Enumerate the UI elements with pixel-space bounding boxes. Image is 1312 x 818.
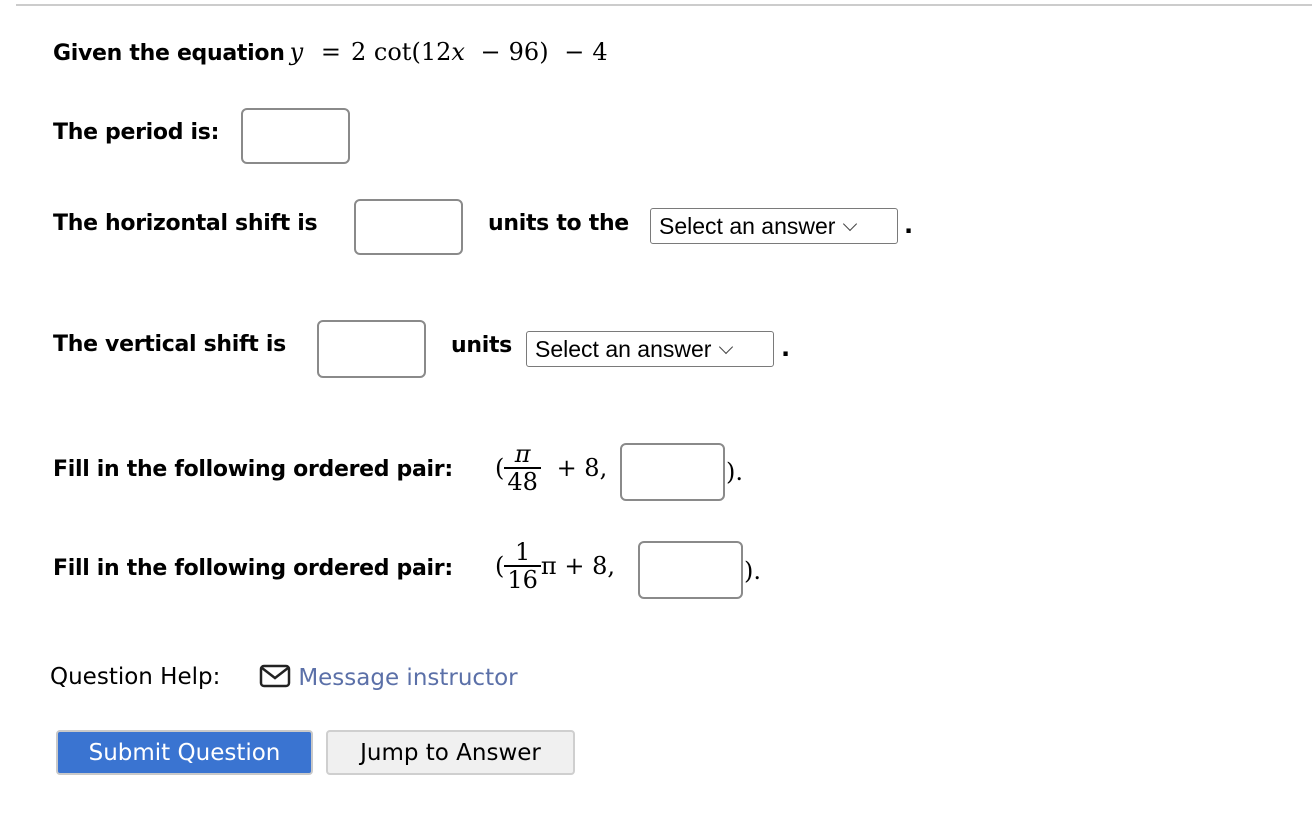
- message-instructor-text: Message instructor: [298, 665, 518, 691]
- ordered-pair-1-x: (π 48 + 8,: [495, 440, 608, 496]
- jump-to-answer-button[interactable]: Jump to Answer: [326, 730, 575, 775]
- ordered-pair-1-label: Fill in the following ordered pair:: [53, 457, 453, 482]
- horizontal-units-label: units to the: [488, 211, 629, 236]
- fraction: 1 16: [504, 539, 541, 593]
- vertical-shift-label: The vertical shift is: [53, 332, 286, 357]
- ordered-pair-2-x: (1 16 π + 8,: [495, 538, 615, 594]
- ordered-pair-2-close: ).: [744, 557, 761, 585]
- ordered-pair-1-close: ).: [726, 458, 743, 486]
- period-punct: .: [904, 211, 914, 239]
- fraction: π 48: [504, 441, 541, 495]
- intro-label: Given the equation: [53, 41, 285, 66]
- vertical-shift-input[interactable]: [317, 320, 426, 378]
- equation-line: Given the equation y = 2 cot(12x −96) −4: [53, 38, 608, 66]
- period-input[interactable]: [241, 108, 350, 164]
- ordered-pair-2-input[interactable]: [638, 541, 743, 599]
- ordered-pair-1-input[interactable]: [620, 443, 725, 501]
- vertical-units-label: units: [451, 333, 512, 358]
- period-label: The period is:: [53, 120, 220, 145]
- period-punct: .: [781, 334, 791, 362]
- horizontal-direction-select[interactable]: Select an answer: [650, 208, 898, 244]
- vertical-direction-select[interactable]: Select an answer: [526, 331, 774, 367]
- horizontal-shift-label: The horizontal shift is: [53, 211, 318, 236]
- chevron-down-icon: [719, 339, 734, 355]
- horizontal-shift-input[interactable]: [354, 199, 463, 255]
- chevron-down-icon: [843, 216, 858, 232]
- ordered-pair-2-label: Fill in the following ordered pair:: [53, 556, 453, 581]
- envelope-icon: [259, 664, 291, 688]
- submit-question-button[interactable]: Submit Question: [56, 730, 313, 775]
- question-help-label: Question Help:: [50, 664, 221, 690]
- top-divider: [16, 4, 1312, 6]
- equation: y = 2 cot(12x −96) −4: [289, 38, 608, 66]
- message-instructor-link[interactable]: Message instructor: [259, 664, 518, 691]
